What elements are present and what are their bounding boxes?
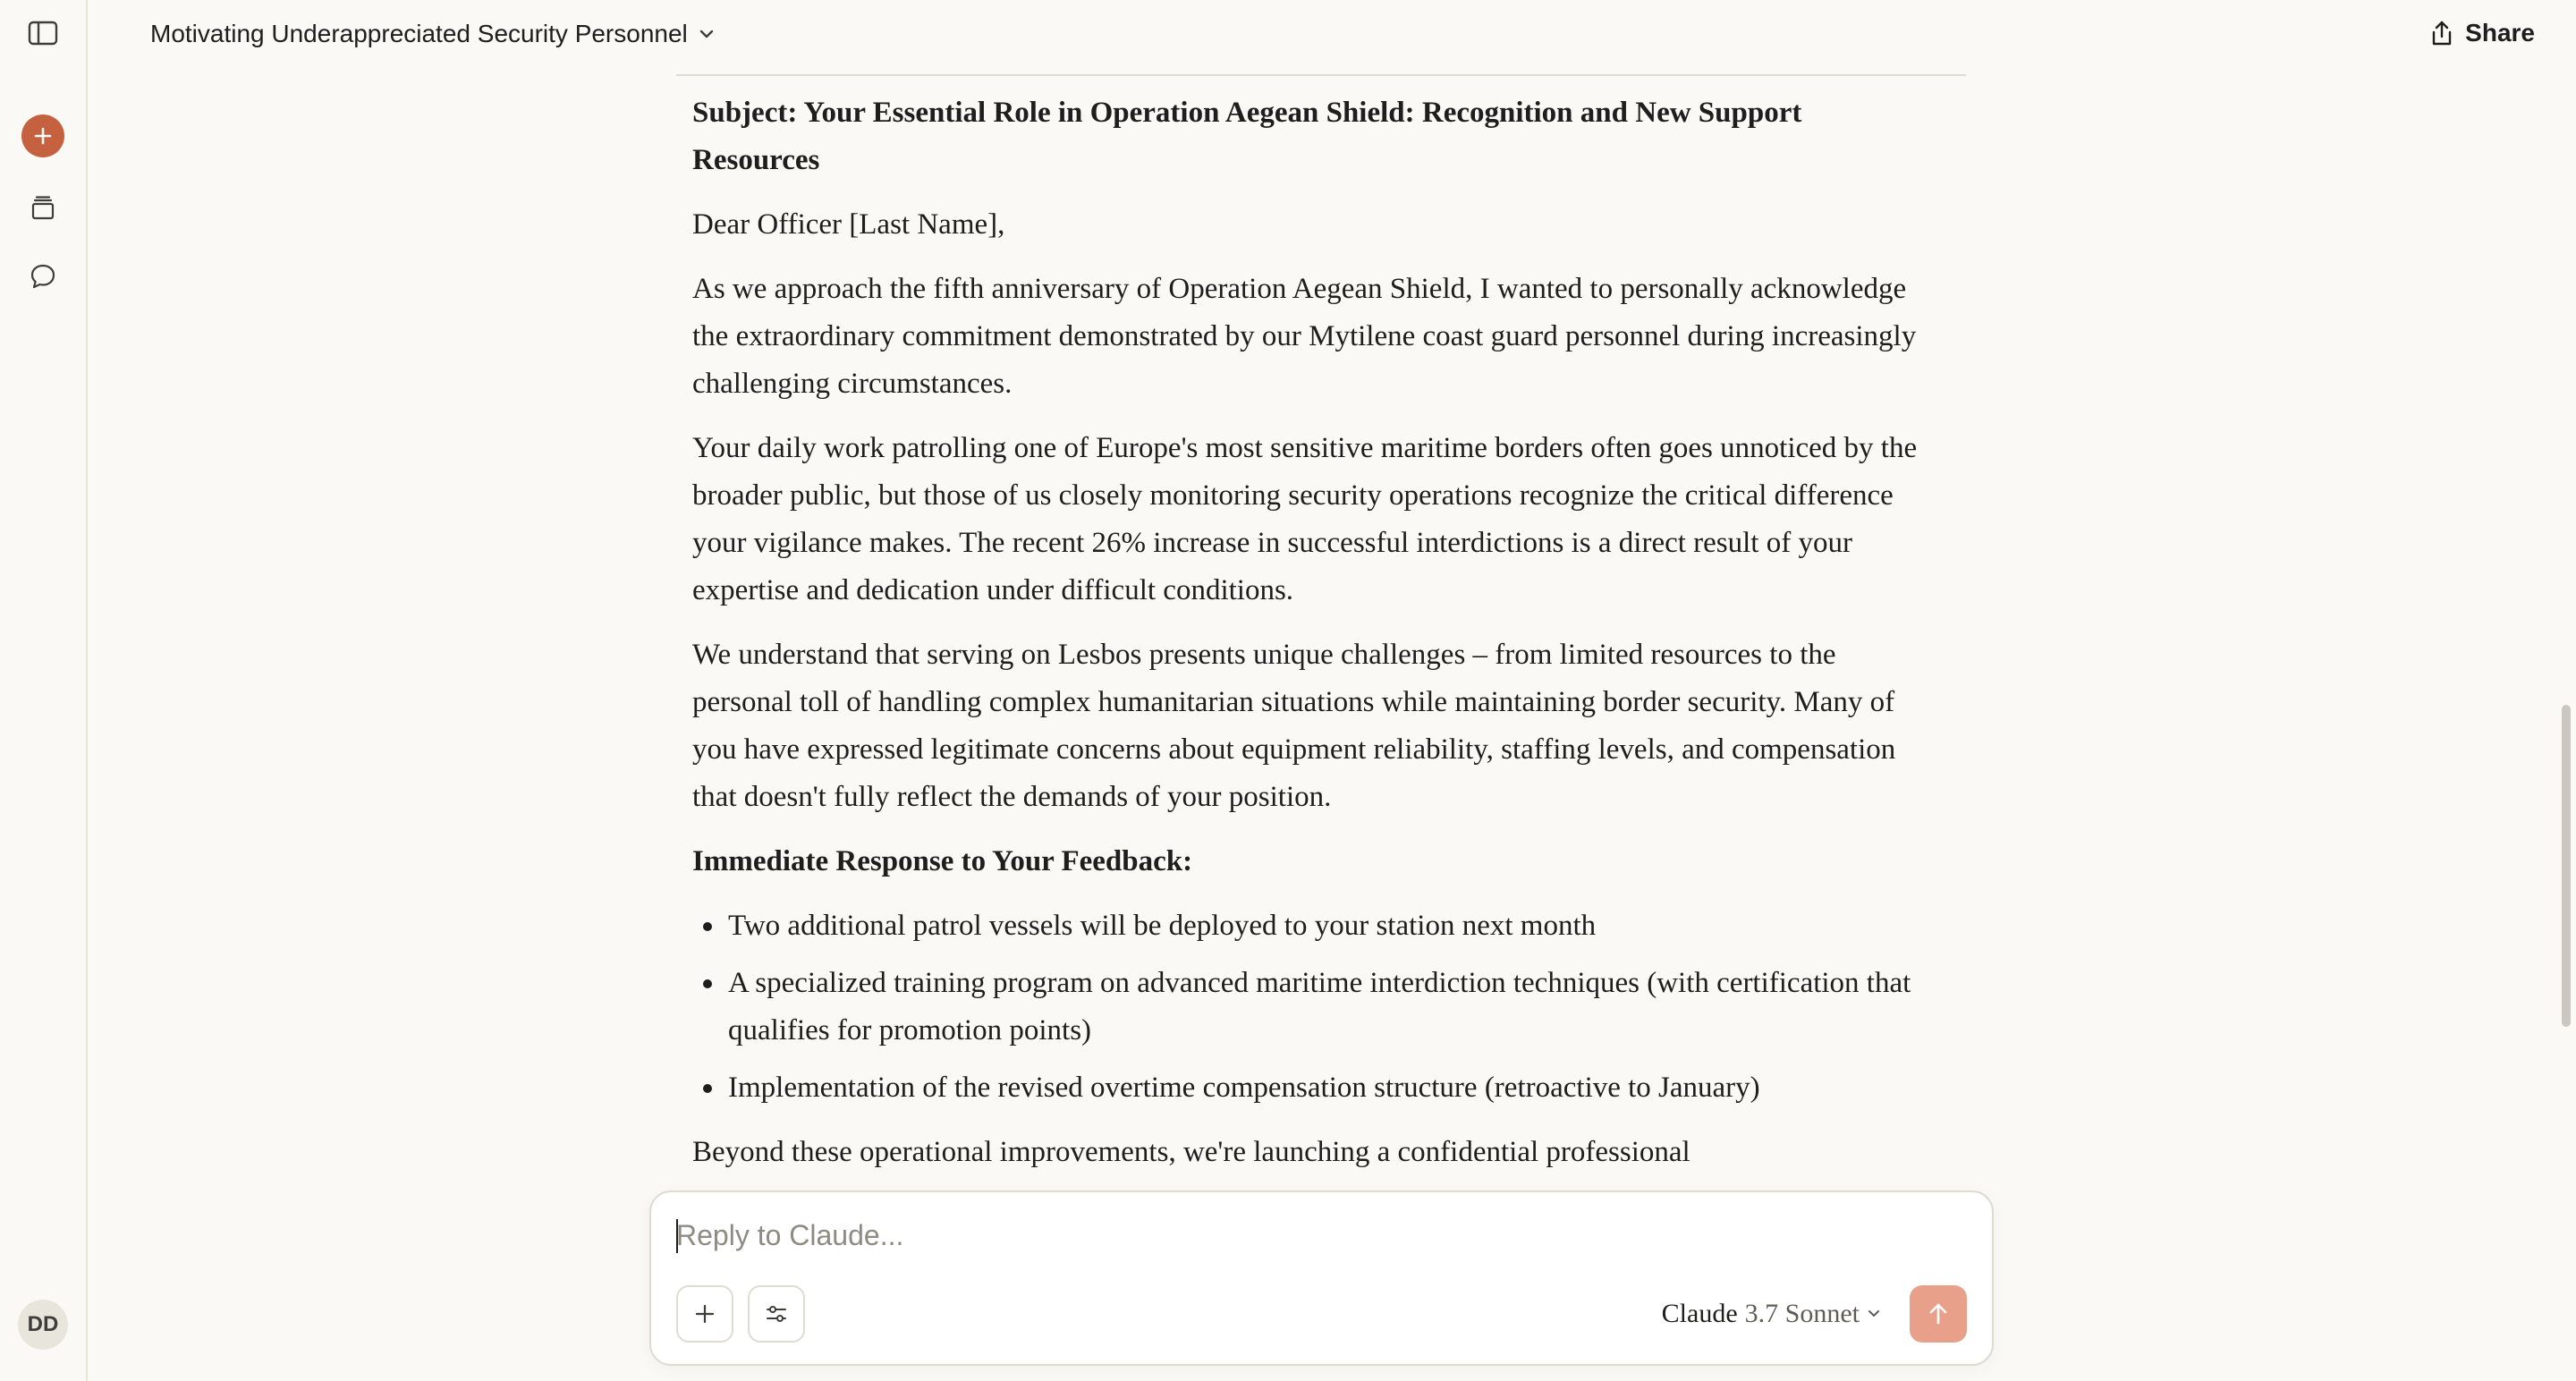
- text-cursor: [676, 1219, 678, 1253]
- list-item: A specialized training program on advanc…: [692, 960, 1927, 1055]
- sliders-icon: [767, 1306, 786, 1322]
- list-item: Implementation of the revised overtime c…: [692, 1064, 1927, 1112]
- paragraph: We understand that serving on Lesbos pre…: [692, 639, 1896, 813]
- email-subject: Subject: Your Essential Role in Operatio…: [692, 97, 1802, 176]
- email-salutation: Dear Officer [Last Name],: [692, 208, 1005, 241]
- projects-icon: [31, 196, 55, 220]
- plus-icon: [695, 1304, 715, 1324]
- chat-title-dropdown[interactable]: Motivating Underappreciated Security Per…: [150, 16, 715, 52]
- share-label: Share: [2465, 19, 2535, 47]
- model-version: 3.7 Sonnet: [1744, 1299, 1860, 1328]
- chat-title: Motivating Underappreciated Security Per…: [150, 20, 688, 47]
- sidebar-toggle-icon: [28, 21, 58, 46]
- model-selector[interactable]: Claude 3.7 Sonnet: [1662, 1294, 1881, 1334]
- send-button[interactable]: [1910, 1285, 1967, 1343]
- reply-composer: Claude 3.7 Sonnet: [649, 1190, 1994, 1366]
- list-item: Two additional patrol vessels will be de…: [692, 902, 1927, 950]
- chats-icon: [30, 264, 55, 289]
- share-icon: [2432, 21, 2452, 46]
- new-chat-button[interactable]: [21, 114, 65, 158]
- chevron-down-icon: [1868, 1310, 1879, 1317]
- model-name: Claude: [1661, 1299, 1738, 1328]
- tools-settings-button[interactable]: [748, 1285, 805, 1343]
- chats-button[interactable]: [21, 254, 65, 299]
- plus-icon: [34, 127, 52, 145]
- paragraph: Beyond these operational improvements, w…: [692, 1136, 1690, 1168]
- message-divider: [676, 74, 1966, 76]
- reply-input[interactable]: [676, 1216, 1928, 1255]
- section-heading: Immediate Response to Your Feedback:: [692, 845, 1193, 877]
- projects-button[interactable]: [21, 186, 65, 231]
- bullet-list: Two additional patrol vessels will be de…: [692, 902, 1927, 1112]
- paragraph: Your daily work patrolling one of Europe…: [692, 432, 1918, 606]
- paragraph: As we approach the fifth anniversary of …: [692, 273, 1917, 400]
- chevron-down-icon: [699, 30, 713, 38]
- sidebar-toggle-button[interactable]: [21, 11, 65, 55]
- add-attachment-button[interactable]: [676, 1285, 733, 1343]
- top-bar: Motivating Underappreciated Security Per…: [88, 0, 2576, 66]
- scrollbar-thumb[interactable]: [2562, 705, 2571, 1027]
- assistant-message: Subject: Your Essential Role in Operatio…: [692, 89, 1927, 1193]
- sidebar: DD: [0, 0, 88, 1381]
- app-window: DD Motivating Underappreciated Security …: [0, 0, 2576, 1381]
- arrow-up-icon: [1929, 1303, 1947, 1325]
- user-avatar[interactable]: DD: [18, 1300, 68, 1350]
- share-button[interactable]: Share: [2429, 14, 2535, 52]
